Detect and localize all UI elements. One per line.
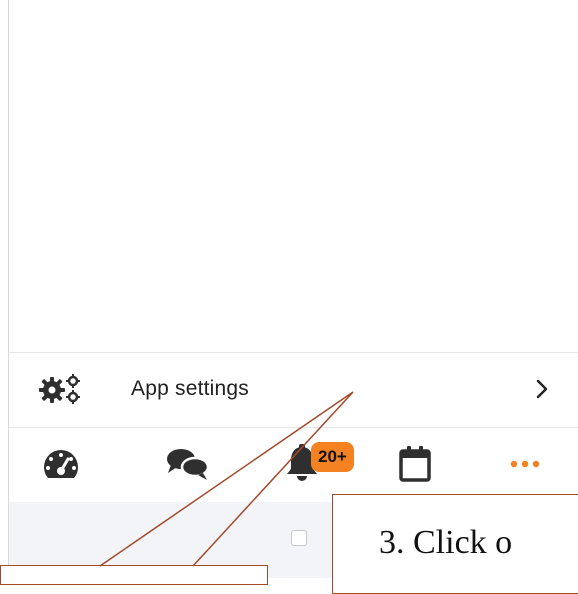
bottom-navigation-bar: 20+ [9,428,578,502]
app-settings-label: App settings [131,377,249,400]
speedometer-icon [43,450,79,478]
annotation-callout-box [0,565,268,585]
annotation-callout-text: 3. Click o [379,524,513,561]
nav-more-button[interactable] [507,442,543,486]
nav-dashboard-button[interactable] [39,442,83,486]
calendar-icon [399,446,431,482]
blank-content-area [9,0,578,352]
more-dots-icon [510,460,540,468]
row-checkbox[interactable] [291,530,307,546]
chevron-right-icon [536,379,548,399]
app-settings-row[interactable]: App settings [9,353,578,427]
gears-icon [39,374,80,404]
chat-bubbles-icon [167,449,210,480]
nav-calendar-button[interactable] [395,442,435,486]
nav-chat-button[interactable] [163,442,213,486]
notification-badge: 20+ [311,442,354,472]
